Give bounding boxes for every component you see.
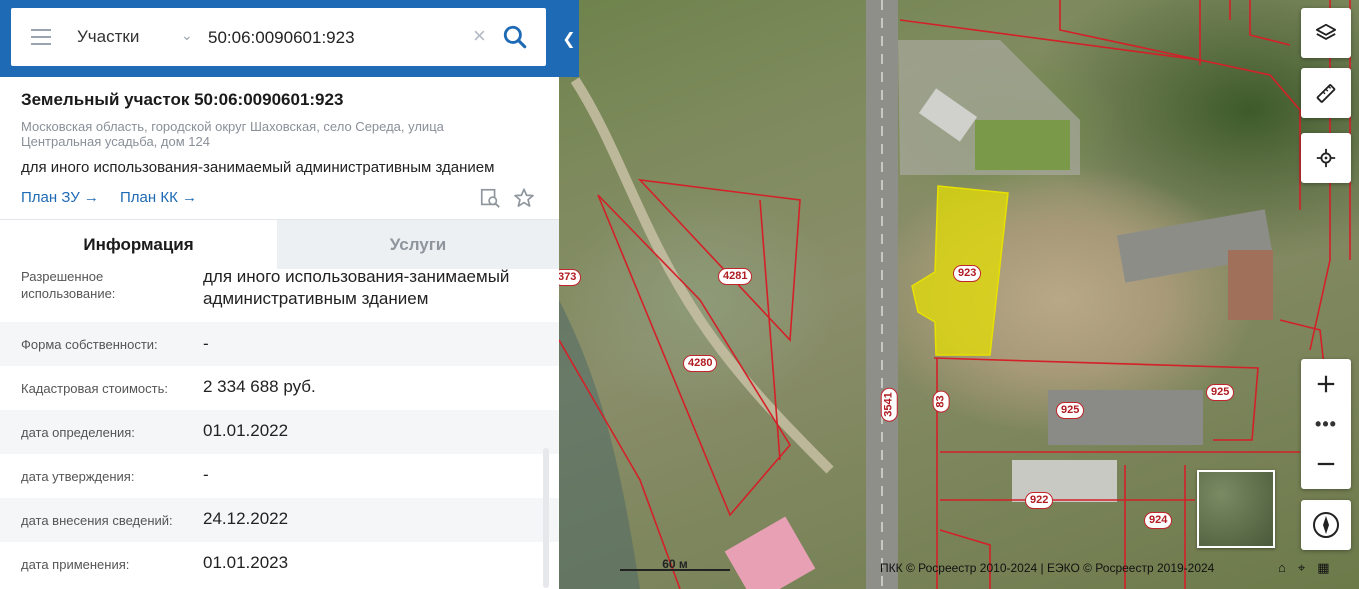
plan-kk-label: План КК [120, 189, 178, 206]
table-row: Форма собственности: - [0, 322, 559, 366]
row-value: - [203, 334, 209, 353]
tab-bar: Информация Услуги [0, 219, 559, 269]
star-icon[interactable] [513, 187, 535, 209]
row-value: - [203, 465, 209, 484]
tab-information[interactable]: Информация [0, 220, 277, 269]
parcel-label-83[interactable]: 83 [932, 390, 950, 413]
layers-button[interactable] [1301, 8, 1351, 58]
zoom-out-button[interactable] [1301, 439, 1351, 489]
zoom-to-object-icon[interactable] [479, 187, 501, 209]
row-value: 24.12.2022 [203, 509, 289, 528]
row-label: дата определения: [21, 425, 135, 440]
minimap[interactable] [1197, 470, 1275, 548]
parcel-label-925-b[interactable]: 925 [1206, 384, 1235, 401]
row-label: дата внесения сведений: [21, 513, 173, 528]
attribution: ПКК © Росреестр 2010-2024 | ЕЭКО © Росре… [880, 561, 1215, 575]
attribution-icons: ⌂ ⌖ ▦ [1278, 560, 1329, 576]
minus-icon [1317, 462, 1335, 466]
table-row: Кадастровая стоимость: 2 334 688 руб. [0, 366, 559, 410]
object-title: Земельный участок 50:06:0090601:923 [21, 90, 344, 109]
row-value: 01.01.2023 [203, 553, 289, 572]
row-value: 01.01.2022 [203, 421, 289, 440]
table-row: дата определения: 01.01.2022 [0, 410, 559, 454]
row-value: 2 334 688 руб. [203, 377, 316, 396]
plan-zu-label: План ЗУ [21, 189, 80, 206]
more-dots-icon: ••• [1315, 413, 1337, 434]
tab-services[interactable]: Услуги [277, 220, 559, 269]
parcel-label-924[interactable]: 924 [1144, 512, 1173, 529]
layers-icon [1315, 23, 1337, 40]
row-label: Разрешенное использование: [21, 269, 116, 301]
scale-bar: 60 м [620, 555, 730, 575]
parcel-label-922[interactable]: 922 [1025, 492, 1054, 509]
row-label: дата утверждения: [21, 469, 135, 484]
clear-icon[interactable]: × [473, 24, 486, 48]
more-button[interactable]: ••• [1301, 409, 1351, 439]
table-row: Разрешенное использование: для иного исп… [0, 267, 559, 322]
grid-icon[interactable]: ▦ [1317, 560, 1329, 576]
info-panel: Участки ⌄ × Земельный участок 50:06:0090… [0, 0, 559, 589]
layer-select[interactable]: Участки [77, 27, 139, 47]
collapse-panel-button[interactable]: ❮ [559, 0, 579, 77]
table-row: дата применения: 01.01.2023 [0, 542, 559, 589]
object-usage: для иного использования-занимаемый админ… [21, 159, 495, 176]
arrow-right-icon: → [83, 189, 99, 206]
ruler-icon [1316, 84, 1336, 103]
plus-icon [1317, 375, 1335, 393]
row-label: дата применения: [21, 557, 130, 572]
menu-icon[interactable] [31, 29, 51, 45]
parcel-label-4280[interactable]: 4280 [683, 355, 718, 372]
scrollbar[interactable] [543, 448, 549, 588]
plan-zu-link[interactable]: План ЗУ → [21, 189, 99, 206]
row-label: Форма собственности: [21, 337, 158, 352]
compass-icon [1313, 512, 1339, 538]
locate-small-icon[interactable]: ⌖ [1298, 560, 1305, 576]
zoom-in-button[interactable] [1301, 359, 1351, 409]
object-address: Московская область, городской округ Шахо… [21, 119, 444, 149]
crosshair-icon [1316, 148, 1336, 168]
chevron-down-icon[interactable]: ⌄ [181, 27, 193, 44]
parcel-label-923[interactable]: 923 [953, 265, 982, 282]
row-label: Кадастровая стоимость: [21, 381, 168, 396]
home-icon[interactable]: ⌂ [1278, 560, 1286, 576]
chevron-left-icon: ❮ [562, 30, 576, 48]
parcel-label-4281[interactable]: 4281 [718, 268, 753, 285]
search-input[interactable] [208, 25, 463, 51]
zoom-controls: ••• [1301, 359, 1351, 489]
parcel-label-3541[interactable]: 3541 [880, 387, 898, 422]
table-row: дата утверждения: - [0, 454, 559, 498]
row-value: для иного использования-занимаемый админ… [203, 267, 510, 308]
parcel-label-925-a[interactable]: 925 [1056, 402, 1085, 419]
search-bar: Участки ⌄ × [11, 8, 546, 66]
table-row: дата внесения сведений: 24.12.2022 [0, 498, 559, 542]
compass-button[interactable] [1301, 500, 1351, 550]
plan-kk-link[interactable]: План КК → [120, 189, 197, 206]
search-icon[interactable] [502, 24, 528, 50]
search-header: Участки ⌄ × [0, 0, 559, 77]
arrow-right-icon: → [181, 189, 197, 206]
info-table: Разрешенное использование: для иного исп… [0, 267, 559, 589]
locate-button[interactable] [1301, 133, 1351, 183]
measure-button[interactable] [1301, 68, 1351, 118]
